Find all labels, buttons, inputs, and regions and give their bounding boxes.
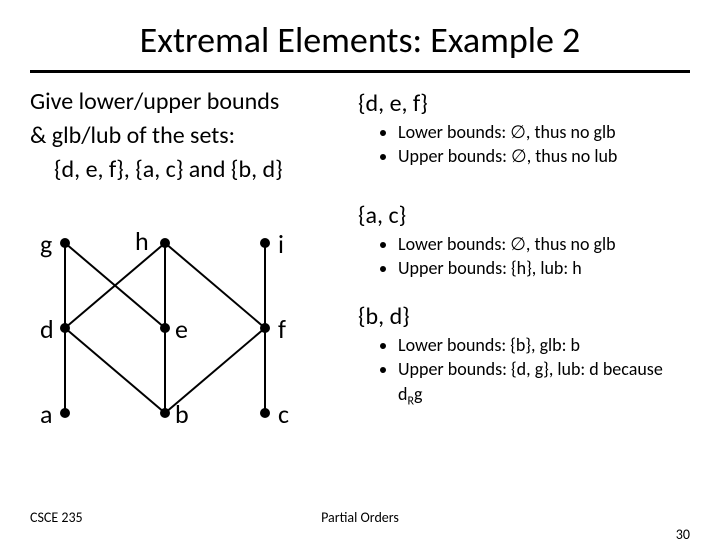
node-g: g	[40, 231, 52, 257]
set1-b2: Upper bounds: ∅, thus no lub	[398, 144, 690, 168]
node-d: d	[40, 316, 54, 342]
footer: CSCE 235 Partial Orders 30	[0, 509, 720, 526]
prompt-line-1: Give lower/upper bounds	[30, 87, 350, 117]
node-c: c	[278, 401, 289, 427]
node-i: i	[278, 231, 284, 257]
prompt-line-3: {d, e, f}, {a, c} and {b, d}	[30, 155, 350, 185]
node-b: b	[175, 401, 189, 427]
set2-bullets: Lower bounds: ∅, thus no glb Upper bound…	[358, 232, 690, 281]
node-h: h	[135, 228, 149, 254]
set2-b2: Upper bounds: {h}, lub: h	[398, 256, 690, 280]
title-rule	[30, 70, 690, 73]
set3-b2-pre: Upper bounds: {d, g}, lub: d because d	[398, 358, 663, 404]
left-column: Give lower/upper bounds & glb/lub of the…	[30, 87, 350, 453]
node-a: a	[40, 401, 52, 427]
set3-head: {b, d}	[358, 302, 690, 331]
hasse-diagram: g h i d e f a b c	[30, 213, 320, 453]
set3-b2-post: g	[414, 383, 422, 405]
footer-topic: Partial Orders	[0, 509, 720, 526]
content-area: Give lower/upper bounds & glb/lub of the…	[0, 87, 720, 453]
set1-b1: Lower bounds: ∅, thus no glb	[398, 120, 690, 144]
set1-bullets: Lower bounds: ∅, thus no glb Upper bound…	[358, 120, 690, 169]
set1-head: {d, e, f}	[358, 89, 690, 118]
set2-b1: Lower bounds: ∅, thus no glb	[398, 232, 690, 256]
set3-b2: Upper bounds: {d, g}, lub: d because dRg	[398, 357, 690, 409]
set3-b1: Lower bounds: {b}, glb: b	[398, 333, 690, 357]
prompt-line-2: & glb/lub of the sets:	[30, 121, 350, 151]
slide-title: Extremal Elements: Example 2	[0, 0, 720, 70]
set3-bullets: Lower bounds: {b}, glb: b Upper bounds: …	[358, 333, 690, 409]
footer-course: CSCE 235	[30, 509, 83, 526]
footer-page: 30	[676, 526, 690, 543]
set2-head: {a, c}	[358, 201, 690, 230]
node-f: f	[278, 316, 286, 342]
node-e: e	[175, 316, 188, 342]
right-column: {d, e, f} Lower bounds: ∅, thus no glb U…	[350, 87, 690, 453]
